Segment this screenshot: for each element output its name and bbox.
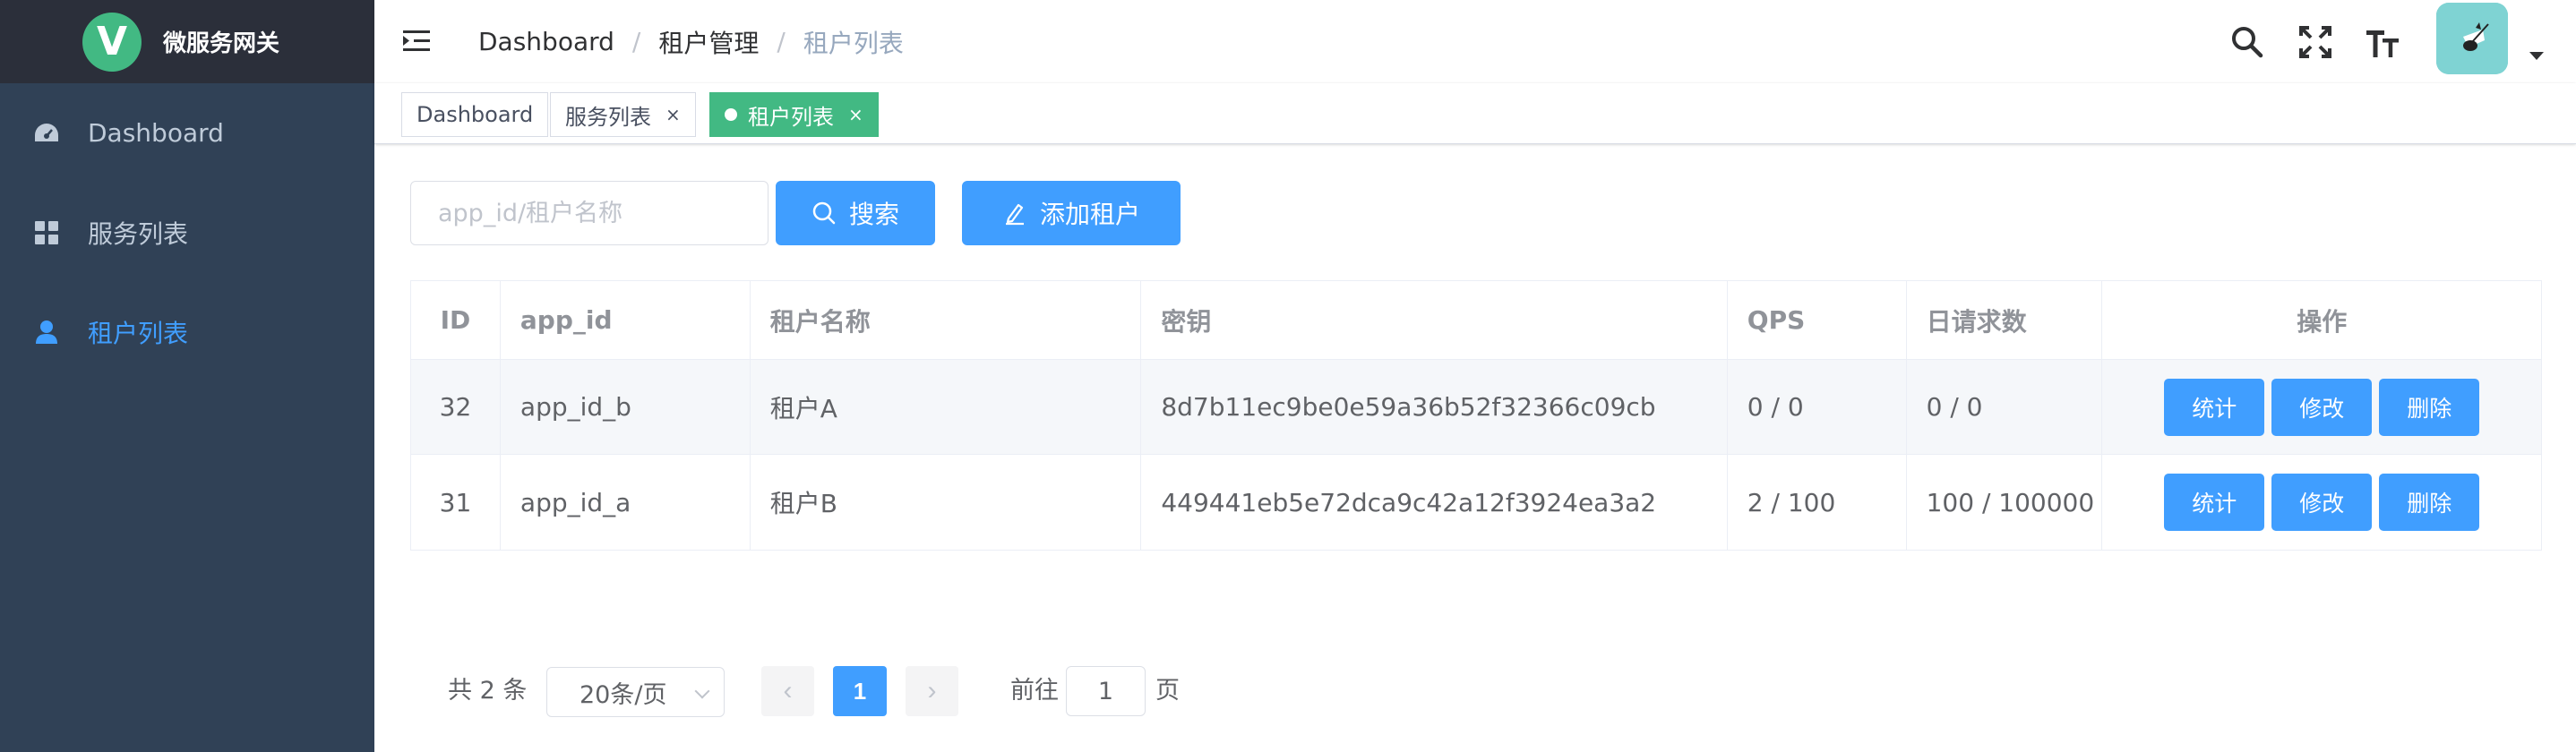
cell-id: 31 [411,455,501,550]
font-size-icon[interactable] [2361,20,2406,64]
column-header[interactable]: 密钥 [1141,281,1728,359]
search-button[interactable]: 搜索 [776,181,935,245]
edit-icon [1005,203,1024,226]
breadcrumb-separator: / [631,27,641,56]
prev-page-button[interactable]: ‹ [761,666,814,716]
user-icon [32,318,61,346]
column-header[interactable]: 日请求数 [1907,281,2103,359]
sidebar-item-dashboard[interactable]: Dashboard [0,83,374,183]
stats-button[interactable]: 统计 [2164,474,2265,531]
delete-button[interactable]: 删除 [2379,378,2480,436]
grid-icon [32,218,61,247]
table-header: ID app_id 租户名称 密钥 QPS 日请求数 操作 [411,281,2541,360]
chevron-down-icon [694,683,710,699]
cell-actions: 统计 修改 删除 [2102,455,2541,550]
sidebar-item-tenants[interactable]: 租户列表 [0,282,374,381]
cell-app-id: app_id_b [501,360,751,454]
sidebar-item-label: 服务列表 [88,218,189,249]
close-icon[interactable]: × [848,104,863,125]
sidebar-item-label: Dashboard [88,118,224,148]
tag-dashboard[interactable]: Dashboard [401,92,549,137]
navbar: Dashboard / 租户管理 / 租户列表 [374,0,2576,83]
cell-secret: 8d7b11ec9be0e59a36b52f32366c09cb [1141,360,1728,454]
tag-label: Dashboard [416,102,534,127]
tag-services[interactable]: 服务列表 × [550,92,696,137]
breadcrumb-item-dashboard[interactable]: Dashboard [478,27,614,56]
cell-secret: 449441eb5e72dca9c42a12f3924ea3a2 [1141,455,1728,550]
logo: V [82,12,142,72]
pagination-total: 共 2 条 [448,677,528,705]
chevron-down-icon[interactable] [2529,52,2544,60]
column-header[interactable]: 租户名称 [751,281,1142,359]
logo-letter: V [96,19,128,64]
cell-actions: 统计 修改 删除 [2102,360,2541,454]
next-page-button[interactable]: › [906,666,958,716]
page-size-select[interactable]: 20条/页 [546,667,725,717]
add-tenant-button-label: 添加租户 [1039,200,1140,229]
sidebar-item-label: 租户列表 [88,318,189,348]
sidebar-item-services[interactable]: 服务列表 [0,183,374,282]
column-header[interactable]: ID [411,281,501,359]
edit-button[interactable]: 修改 [2271,378,2373,436]
jump-prefix: 前往 [1010,677,1059,705]
column-header[interactable]: QPS [1728,281,1907,359]
breadcrumb-separator: / [777,27,786,56]
cell-daily-requests: 100 / 100000 [1907,455,2103,550]
delete-button[interactable]: 删除 [2379,474,2480,531]
stats-button[interactable]: 统计 [2164,378,2265,436]
add-tenant-button[interactable]: 添加租户 [962,181,1181,245]
breadcrumb: Dashboard / 租户管理 / 租户列表 [478,0,904,83]
tenant-table: ID app_id 租户名称 密钥 QPS 日请求数 操作 32 app_id_… [410,280,2542,551]
tag-tenants[interactable]: 租户列表 × [709,92,879,137]
cell-id: 32 [411,360,501,454]
active-dot-icon [725,108,737,121]
tag-label: 租户列表 [748,104,834,130]
dashboard-icon [32,119,61,148]
breadcrumb-item-tenant-list: 租户列表 [803,28,904,58]
cell-tenant-name: 租户B [751,455,1142,550]
close-icon[interactable]: × [665,104,681,125]
page-jump-input[interactable] [1066,666,1146,716]
tag-label: 服务列表 [565,104,651,130]
breadcrumb-item-tenant-management[interactable]: 租户管理 [658,24,759,60]
jump-suffix: 页 [1155,677,1180,705]
cell-tenant-name: 租户A [751,360,1142,454]
page-size-value: 20条/页 [580,680,667,709]
page-number[interactable]: 1 [833,666,887,716]
logo-bar[interactable]: V 微服务网关 [0,0,374,83]
search-icon[interactable] [2225,20,2270,64]
tags-view: Dashboard 服务列表 × 租户列表 × [374,83,2576,144]
cell-qps: 2 / 100 [1728,455,1907,550]
table-row[interactable]: 32 app_id_b 租户A 8d7b11ec9be0e59a36b52f32… [411,360,2541,455]
search-input[interactable] [410,181,769,245]
edit-button[interactable]: 修改 [2271,474,2373,531]
cell-qps: 0 / 0 [1728,360,1907,454]
cell-app-id: app_id_a [501,455,751,550]
cell-daily-requests: 0 / 0 [1907,360,2103,454]
table-row[interactable]: 31 app_id_a 租户B 449441eb5e72dca9c42a12f3… [411,455,2541,550]
column-header[interactable]: app_id [501,281,751,359]
avatar[interactable] [2436,3,2508,74]
sidebar: V 微服务网关 Dashboard 服务列表 租户列表 [0,0,374,752]
search-button-label: 搜索 [848,200,899,229]
app-title: 微服务网关 [163,30,280,57]
column-header: 操作 [2297,306,2348,337]
search-icon [812,201,836,225]
fullscreen-icon[interactable] [2293,20,2338,64]
hamburger-icon[interactable] [401,25,434,57]
